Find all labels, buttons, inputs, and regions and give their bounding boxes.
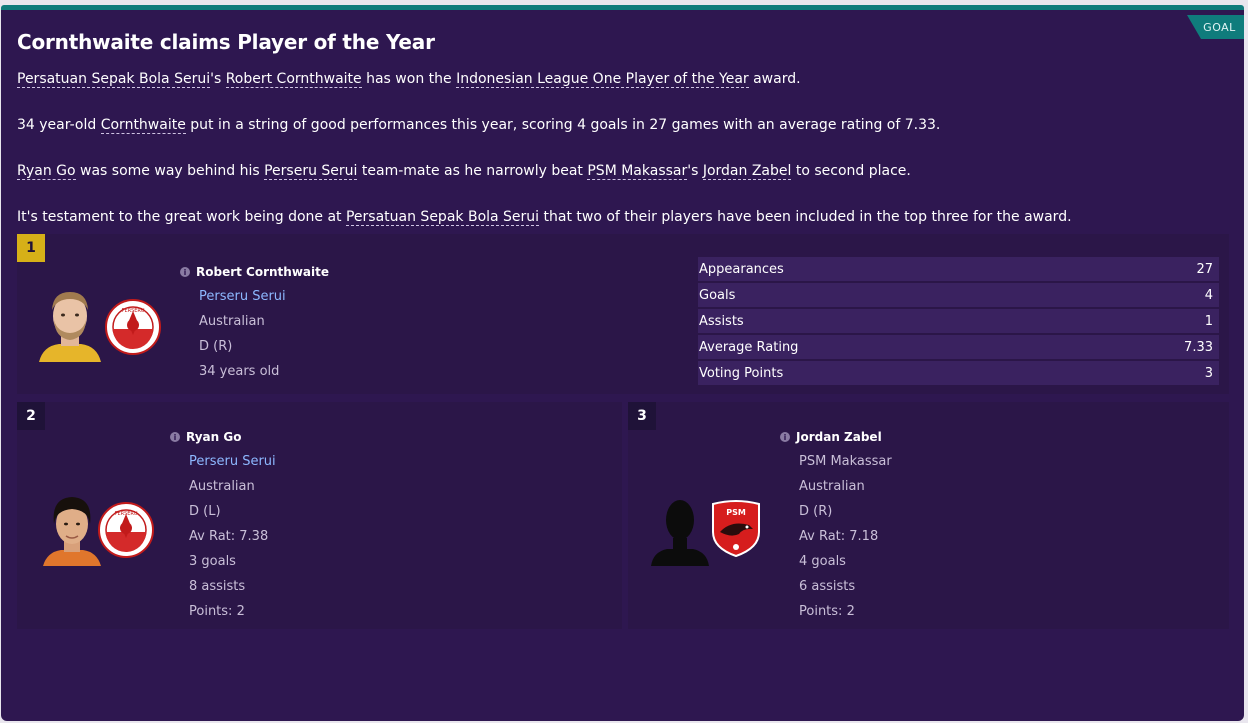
player-nationality: Australian [199, 314, 265, 329]
rank-3-badge: 3 [628, 402, 656, 430]
player-club[interactable]: PSM Makassar [799, 454, 892, 469]
club-link[interactable]: Persatuan Sepak Bola Serui [17, 71, 211, 88]
goal-tag: GOAL [1187, 15, 1244, 39]
club-link[interactable]: Perseru Serui [264, 163, 358, 180]
rank-2-badge: 2 [17, 402, 45, 430]
svg-text:PERSERU: PERSERU [121, 308, 144, 314]
club-crest-icon[interactable]: PERSERU [98, 502, 154, 558]
stat-row: Voting Points 3 [698, 361, 1219, 385]
player-rating: Av Rat: 7.18 [799, 529, 879, 544]
headline: Cornthwaite claims Player of the Year [17, 30, 435, 54]
player-position: D (R) [799, 504, 833, 519]
player-goals: 3 goals [189, 554, 236, 569]
player-link[interactable]: Cornthwaite [100, 117, 186, 134]
player-name[interactable]: i Jordan Zabel [780, 430, 882, 444]
player-link[interactable]: Jordan Zabel [702, 163, 792, 180]
player-photo-cornthwaite[interactable] [37, 286, 103, 362]
paragraph-2: 34 year-old Cornthwaite put in a string … [17, 117, 941, 134]
info-icon[interactable]: i [780, 432, 790, 442]
stat-row: Assists 1 [698, 309, 1219, 333]
player-points: Points: 2 [189, 604, 245, 619]
svg-text:PERSERU: PERSERU [114, 511, 137, 517]
award-link[interactable]: Indonesian League One Player of the Year [456, 71, 749, 88]
player-club[interactable]: Perseru Serui [189, 454, 276, 469]
player-nationality: Australian [189, 479, 255, 494]
player-name[interactable]: i Robert Cornthwaite [180, 265, 329, 279]
svg-text:PSM: PSM [726, 508, 746, 517]
paragraph-4: It's testament to the great work being d… [17, 209, 1072, 226]
player-assists: 6 assists [799, 579, 856, 594]
player-age: 34 years old [199, 364, 280, 379]
club-crest-icon[interactable]: PSM [709, 498, 763, 558]
paragraph-1: Persatuan Sepak Bola Serui's Robert Corn… [17, 71, 801, 88]
player-position: D (R) [199, 339, 233, 354]
player-silhouette-icon[interactable] [649, 496, 711, 566]
player-rating: Av Rat: 7.38 [189, 529, 269, 544]
player-link[interactable]: Robert Cornthwaite [225, 71, 362, 88]
player-goals: 4 goals [799, 554, 846, 569]
player-position: D (L) [189, 504, 221, 519]
player-nationality: Australian [799, 479, 865, 494]
player-assists: 8 assists [189, 579, 246, 594]
player-points: Points: 2 [799, 604, 855, 619]
player-link[interactable]: Ryan Go [17, 163, 76, 180]
rank-1-badge: 1 [17, 234, 45, 262]
info-icon[interactable]: i [180, 267, 190, 277]
club-crest-icon[interactable]: PERSERU [105, 299, 161, 355]
player-club[interactable]: Perseru Serui [199, 289, 286, 304]
stat-row: Appearances 27 [698, 257, 1219, 281]
club-link[interactable]: Persatuan Sepak Bola Serui [345, 209, 540, 226]
player-photo-ryan-go[interactable] [41, 492, 103, 566]
player-name[interactable]: i Ryan Go [170, 430, 241, 444]
info-icon[interactable]: i [170, 432, 180, 442]
news-panel: GOAL Cornthwaite claims Player of the Ye… [1, 5, 1244, 721]
club-link[interactable]: PSM Makassar [587, 163, 688, 180]
stat-row: Average Rating 7.33 [698, 335, 1219, 359]
stat-row: Goals 4 [698, 283, 1219, 307]
paragraph-3: Ryan Go was some way behind his Perseru … [17, 163, 911, 180]
